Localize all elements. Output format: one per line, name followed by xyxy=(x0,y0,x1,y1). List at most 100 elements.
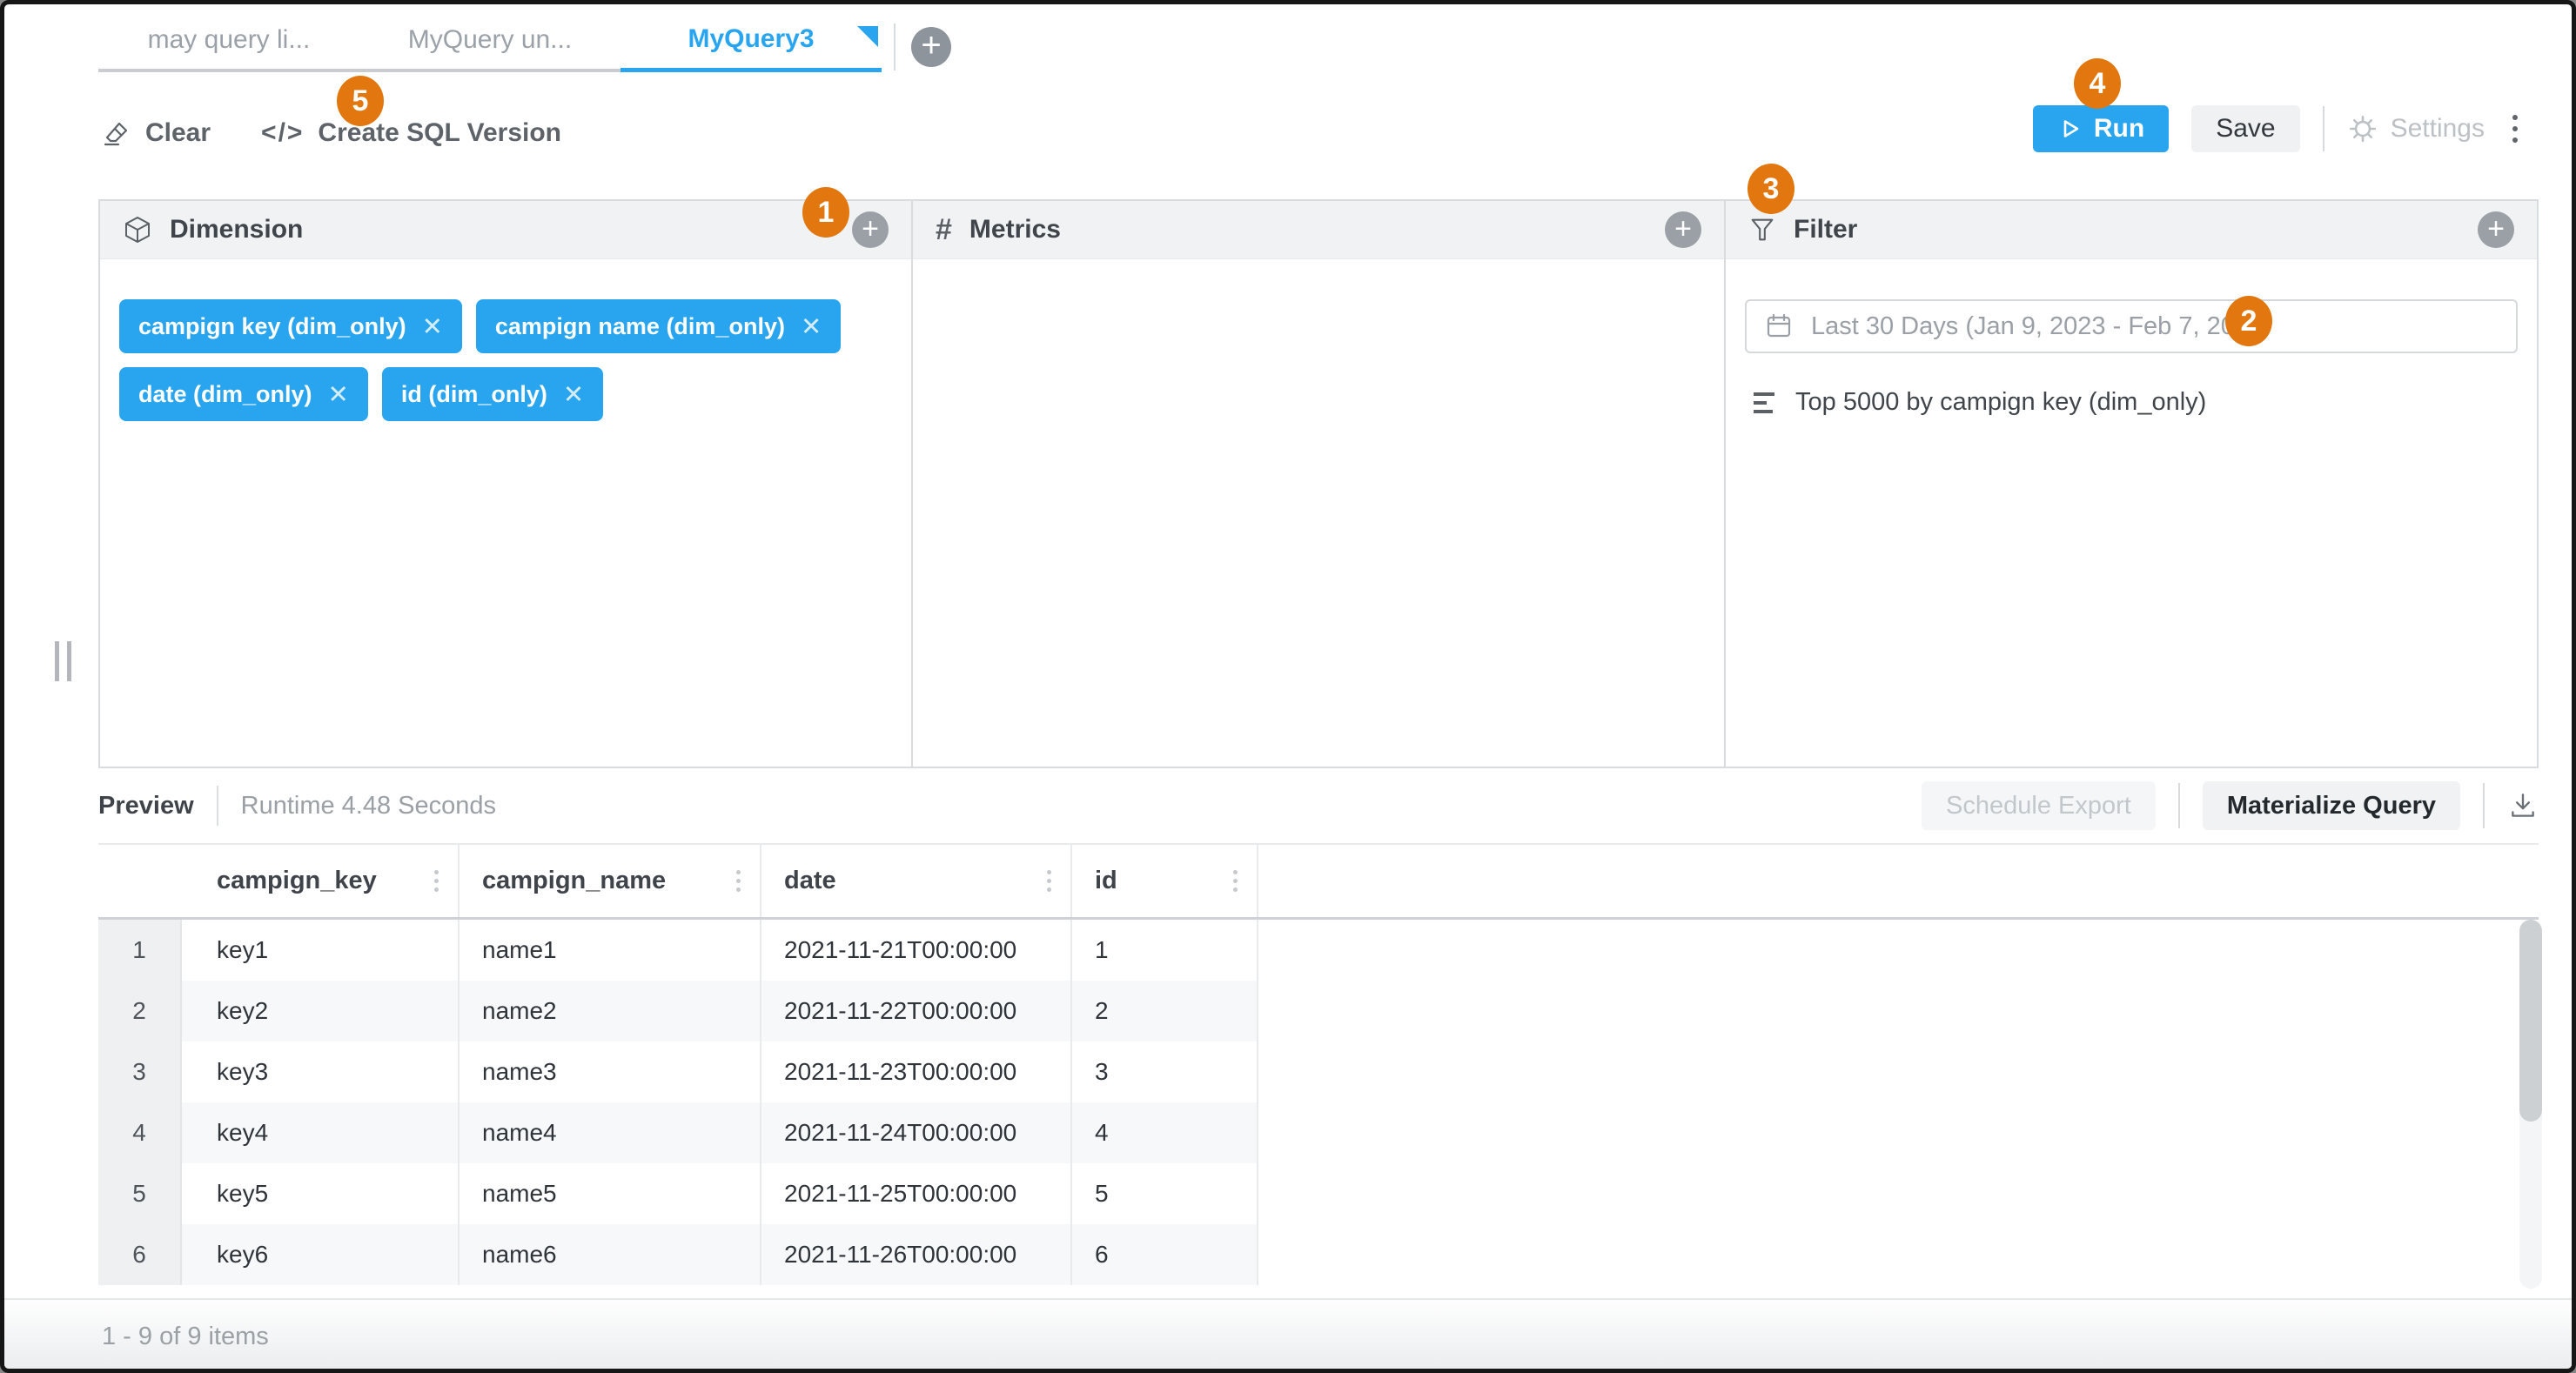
campign-key-cell: key1 xyxy=(182,920,460,981)
campign-name-cell: name1 xyxy=(460,920,761,981)
add-metric-button[interactable]: + xyxy=(1665,211,1701,248)
row-number-header xyxy=(98,845,182,917)
materialize-query-label: Materialize Query xyxy=(2227,792,2436,820)
row-number-cell: 4 xyxy=(98,1102,182,1163)
preview-divider xyxy=(217,786,218,826)
tab-label: MyQuery un... xyxy=(408,25,572,54)
table-row: 5 key5 name5 2021-11-25T00:00:00 5 xyxy=(98,1163,2539,1224)
column-header[interactable]: id xyxy=(1072,845,1258,917)
date-range-value: Last 30 Days (Jan 9, 2023 - Feb 7, 2023) xyxy=(1811,312,2271,341)
table-row: 4 key4 name4 2021-11-24T00:00:00 4 xyxy=(98,1102,2539,1163)
remove-chip-icon[interactable]: ✕ xyxy=(801,311,822,342)
column-menu-icon[interactable] xyxy=(733,867,744,895)
id-cell: 3 xyxy=(1072,1041,1258,1102)
column-header-label: campign_key xyxy=(217,867,377,895)
preview-tab[interactable]: Preview xyxy=(98,792,194,820)
unsaved-indicator-icon xyxy=(857,26,878,47)
tab-label: may query li... xyxy=(148,25,311,54)
chip-label: id (dim_only) xyxy=(401,381,547,408)
dimension-chip[interactable]: campign name (dim_only) ✕ xyxy=(476,299,841,353)
funnel-icon xyxy=(1748,216,1776,244)
column-header[interactable]: campign_key xyxy=(182,845,460,917)
cube-icon xyxy=(123,215,152,244)
metrics-panel-header: # Metrics + xyxy=(913,201,1724,259)
calendar-icon xyxy=(1764,311,1794,341)
chip-label: campign key (dim_only) xyxy=(138,313,406,340)
hash-icon: # xyxy=(936,213,952,247)
column-menu-icon[interactable] xyxy=(431,867,442,895)
schedule-export-label: Schedule Export xyxy=(1946,792,2131,820)
table-row: 1 key1 name1 2021-11-21T00:00:00 1 xyxy=(98,920,2539,981)
column-menu-icon[interactable] xyxy=(1043,867,1055,895)
add-filter-button[interactable]: + xyxy=(2478,211,2514,248)
dimension-panel-header: Dimension + xyxy=(100,201,911,259)
column-menu-icon[interactable] xyxy=(1230,867,1241,895)
callout-badge-2: 2 xyxy=(2225,296,2272,346)
column-header[interactable]: campign_name xyxy=(460,845,761,917)
remove-chip-icon[interactable]: ✕ xyxy=(422,311,443,342)
more-options-button[interactable] xyxy=(2507,110,2523,148)
date-cell: 2021-11-21T00:00:00 xyxy=(761,920,1072,981)
schedule-export-button[interactable]: Schedule Export xyxy=(1922,781,2156,830)
dimension-chip[interactable]: id (dim_only) ✕ xyxy=(382,367,603,421)
gear-icon xyxy=(2347,113,2378,144)
scrollbar-thumb[interactable] xyxy=(2519,920,2542,1122)
eraser-icon xyxy=(102,118,131,148)
save-label: Save xyxy=(2216,114,2275,144)
filter-panel: Filter + Last 30 Days (Jan 9, 2023 - Feb… xyxy=(1724,201,2537,767)
id-cell: 4 xyxy=(1072,1102,1258,1163)
column-header[interactable]: date xyxy=(761,845,1072,917)
vertical-scrollbar[interactable] xyxy=(2519,920,2542,1289)
campign-key-cell: key6 xyxy=(182,1224,460,1285)
table-row: 2 key2 name2 2021-11-22T00:00:00 2 xyxy=(98,981,2539,1041)
tab-label: MyQuery3 xyxy=(688,24,814,53)
panel-resize-handle[interactable] xyxy=(55,641,71,681)
top-n-filter-label: Top 5000 by campign key (dim_only) xyxy=(1795,388,2206,417)
id-cell: 1 xyxy=(1072,920,1258,981)
save-button[interactable]: Save xyxy=(2191,105,2299,152)
run-button[interactable]: Run xyxy=(2033,105,2169,152)
add-tab-button[interactable]: + xyxy=(911,27,951,67)
play-icon xyxy=(2057,117,2082,141)
action-buttons: Run Save Settings xyxy=(2033,105,2523,152)
preview-actions-divider xyxy=(2483,783,2485,828)
row-number-cell: 5 xyxy=(98,1163,182,1224)
dimension-chip[interactable]: campign key (dim_only) ✕ xyxy=(119,299,462,353)
tab-myquery-un[interactable]: MyQuery un... xyxy=(359,25,621,72)
callout-badge-5: 5 xyxy=(337,76,384,126)
materialize-query-button[interactable]: Materialize Query xyxy=(2203,781,2460,830)
campign-name-cell: name3 xyxy=(460,1041,761,1102)
create-sql-version-button[interactable]: </> Create SQL Version xyxy=(261,118,561,148)
runtime-text: Runtime 4.48 Seconds xyxy=(241,792,496,820)
callout-badge-4: 4 xyxy=(2074,58,2121,109)
item-count-text: 1 - 9 of 9 items xyxy=(102,1323,269,1351)
tab-divider xyxy=(894,23,896,70)
tab-may-query[interactable]: may query li... xyxy=(98,25,359,72)
column-header-label: id xyxy=(1095,867,1117,895)
remove-chip-icon[interactable]: ✕ xyxy=(563,379,584,410)
download-icon[interactable] xyxy=(2507,790,2539,821)
query-toolbar: Clear </> Create SQL Version xyxy=(102,107,561,159)
grid-body: 1 key1 name1 2021-11-21T00:00:00 1 2 key… xyxy=(98,920,2539,1285)
tab-myquery3[interactable]: MyQuery3 xyxy=(621,24,882,72)
chip-label: date (dim_only) xyxy=(138,381,312,408)
settings-label: Settings xyxy=(2391,114,2485,144)
campign-key-cell: key5 xyxy=(182,1163,460,1224)
filter-title: Filter xyxy=(1794,215,1857,244)
date-range-input[interactable]: Last 30 Days (Jan 9, 2023 - Feb 7, 2023) xyxy=(1745,299,2518,353)
code-icon: </> xyxy=(261,118,304,148)
remove-chip-icon[interactable]: ✕ xyxy=(328,379,349,410)
filter-panel-header: Filter + xyxy=(1726,201,2537,259)
query-builder-panels: Dimension + campign key (dim_only) ✕ cam… xyxy=(98,199,2539,768)
settings-button[interactable]: Settings xyxy=(2347,113,2485,144)
campign-key-cell: key3 xyxy=(182,1041,460,1102)
row-number-cell: 2 xyxy=(98,981,182,1041)
id-cell: 5 xyxy=(1072,1163,1258,1224)
top-n-filter[interactable]: Top 5000 by campign key (dim_only) xyxy=(1754,388,2518,417)
campign-key-cell: key4 xyxy=(182,1102,460,1163)
dimension-chip[interactable]: date (dim_only) ✕ xyxy=(119,367,368,421)
add-dimension-button[interactable]: + xyxy=(852,211,889,248)
date-cell: 2021-11-24T00:00:00 xyxy=(761,1102,1072,1163)
date-cell: 2021-11-25T00:00:00 xyxy=(761,1163,1072,1224)
clear-button[interactable]: Clear xyxy=(102,118,211,148)
